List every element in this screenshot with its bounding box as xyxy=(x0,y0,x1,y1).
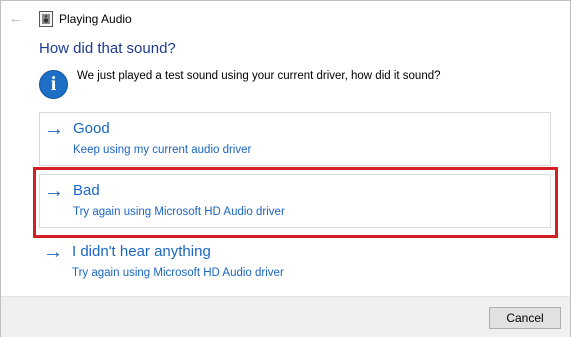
page-heading: How did that sound? xyxy=(39,40,176,57)
speaker-document-icon xyxy=(39,11,53,27)
arrow-right-icon: → xyxy=(43,241,63,263)
cancel-button[interactable]: Cancel xyxy=(489,307,561,329)
option-subtitle: Try again using Microsoft HD Audio drive… xyxy=(73,206,285,218)
option-good[interactable]: → Good Keep using my current audio drive… xyxy=(39,112,551,166)
footer-bar: Cancel xyxy=(1,296,570,337)
arrow-right-icon: → xyxy=(44,180,64,202)
title-bar: ← Playing Audio xyxy=(1,1,570,37)
option-bad[interactable]: → Bad Try again using Microsoft HD Audio… xyxy=(39,174,551,228)
option-didnt-hear[interactable]: → I didn't hear anything Try again using… xyxy=(39,236,551,290)
option-subtitle: Try again using Microsoft HD Audio drive… xyxy=(72,267,284,279)
arrow-right-icon: → xyxy=(44,118,64,140)
info-icon: i xyxy=(39,70,68,99)
back-arrow-icon[interactable]: ← xyxy=(7,11,25,27)
info-text: We just played a test sound using your c… xyxy=(77,70,441,82)
troubleshooter-window: ← Playing Audio How did that sound? i We… xyxy=(0,0,571,337)
option-title: Bad xyxy=(73,182,100,199)
option-title: I didn't hear anything xyxy=(72,243,211,260)
window-title: Playing Audio xyxy=(59,12,132,26)
option-subtitle: Keep using my current audio driver xyxy=(73,144,252,156)
option-title: Good xyxy=(73,120,110,137)
